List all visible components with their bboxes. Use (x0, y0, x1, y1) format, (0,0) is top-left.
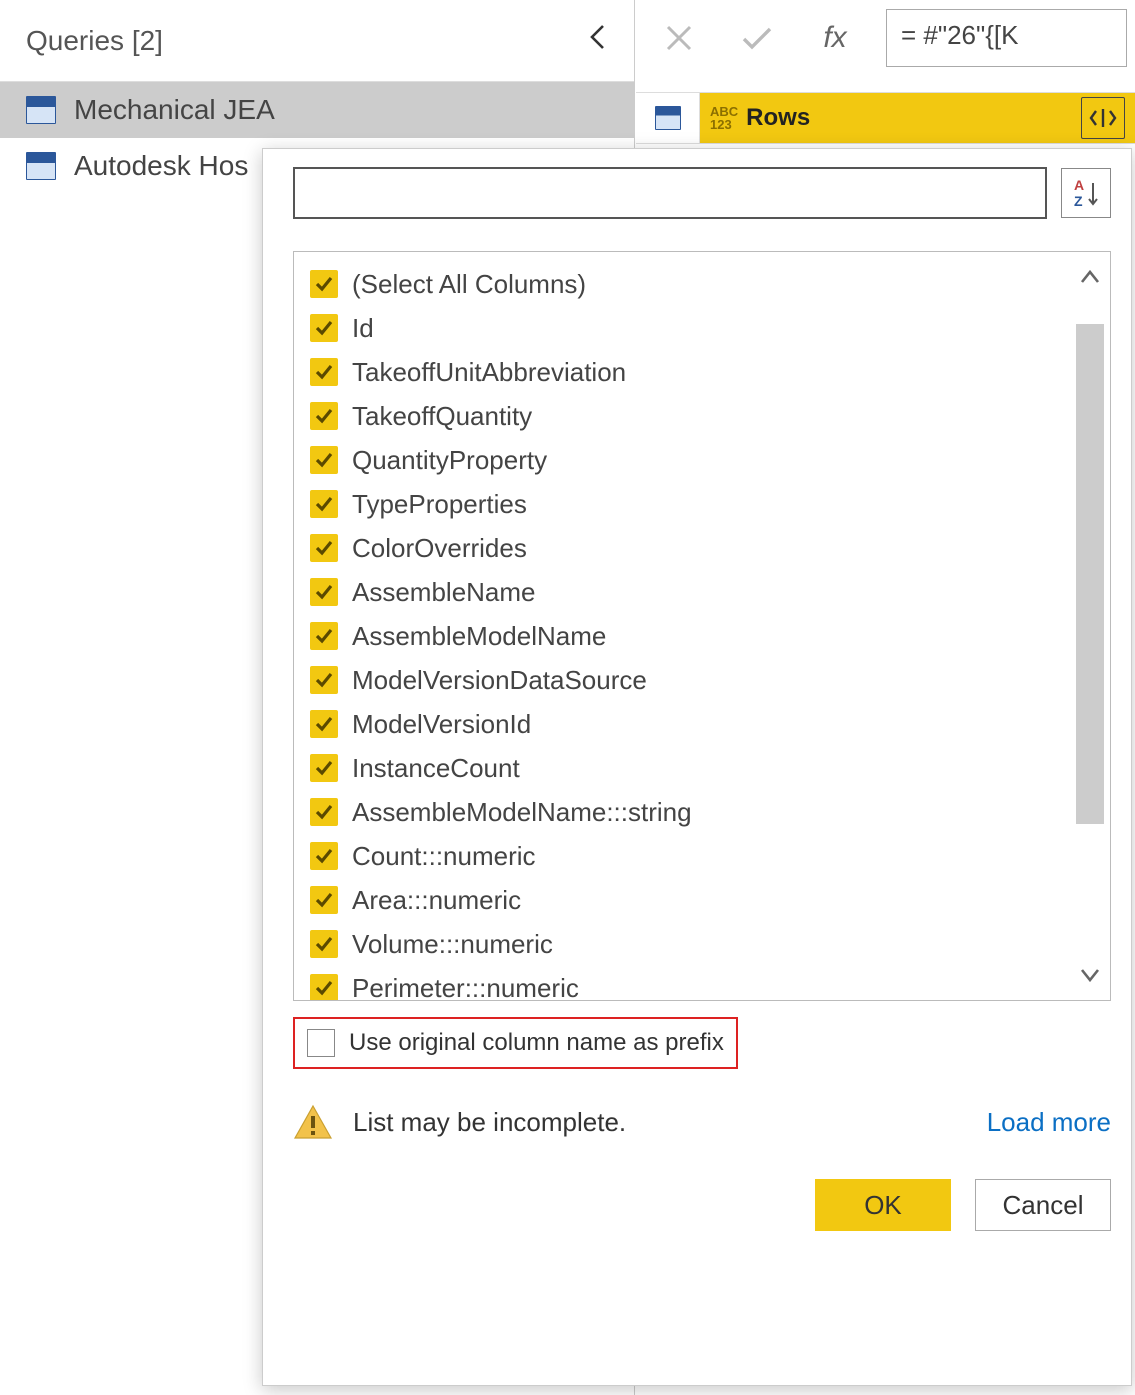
checkbox-icon[interactable] (310, 534, 338, 562)
column-option[interactable]: Perimeter:::numeric (306, 966, 1066, 1000)
svg-text:Z: Z (1074, 193, 1083, 209)
scroll-up-icon[interactable] (1072, 256, 1108, 298)
table-icon (26, 152, 56, 180)
checkbox-icon[interactable] (310, 490, 338, 518)
commit-step-icon[interactable] (722, 6, 792, 70)
column-option-label: Volume:::numeric (352, 929, 553, 960)
query-label: Mechanical JEA (74, 94, 275, 126)
row-index-header[interactable] (636, 93, 700, 143)
column-option-label: (Select All Columns) (352, 269, 586, 300)
query-label: Autodesk Hos (74, 150, 248, 182)
column-option[interactable]: ModelVersionId (306, 702, 1066, 746)
checkbox-icon[interactable] (310, 886, 338, 914)
checkbox-icon[interactable] (310, 622, 338, 650)
scroll-down-icon[interactable] (1072, 954, 1108, 996)
checkbox-icon[interactable] (310, 754, 338, 782)
column-option[interactable]: AssembleName (306, 570, 1066, 614)
column-option-label: TakeoffQuantity (352, 401, 532, 432)
checkbox-icon[interactable] (310, 578, 338, 606)
collapse-panel-icon[interactable] (588, 24, 608, 57)
column-option-label: ModelVersionId (352, 709, 531, 740)
checkbox-icon[interactable] (310, 358, 338, 386)
checkbox-icon[interactable] (310, 666, 338, 694)
checkbox-icon[interactable] (310, 798, 338, 826)
checkbox-icon[interactable] (310, 270, 338, 298)
columns-listbox: (Select All Columns) Id TakeoffUnitAbbrevi… (293, 251, 1111, 1001)
cancel-button[interactable]: Cancel (975, 1179, 1111, 1231)
column-option[interactable]: InstanceCount (306, 746, 1066, 790)
scrollbar[interactable] (1072, 256, 1108, 996)
queries-header: Queries [2] (0, 0, 634, 82)
formula-bar[interactable]: = #"26"{[K (886, 9, 1127, 67)
column-option[interactable]: AssembleModelName:::string (306, 790, 1066, 834)
column-option[interactable]: TakeoffQuantity (306, 394, 1066, 438)
column-option-label: Perimeter:::numeric (352, 973, 579, 1001)
cancel-step-icon[interactable] (644, 6, 714, 70)
checkbox-icon[interactable] (310, 930, 338, 958)
column-option[interactable]: TypeProperties (306, 482, 1066, 526)
column-option[interactable]: Volume:::numeric (306, 922, 1066, 966)
formula-bar-area: fx = #"26"{[K (636, 0, 1135, 82)
checkbox-icon[interactable] (310, 842, 338, 870)
use-prefix-label: Use original column name as prefix (349, 1029, 724, 1057)
column-option[interactable]: AssembleModelName (306, 614, 1066, 658)
search-input[interactable] (293, 167, 1047, 219)
table-icon (655, 106, 681, 130)
formula-text: = #"26"{[K (901, 20, 1019, 50)
column-header-label: Rows (746, 104, 810, 132)
load-more-link[interactable]: Load more (987, 1107, 1111, 1138)
query-item-mechanical-jea[interactable]: Mechanical JEA (0, 82, 634, 138)
column-option[interactable]: QuantityProperty (306, 438, 1066, 482)
svg-text:A: A (1074, 177, 1084, 193)
warning-text: List may be incomplete. (353, 1107, 626, 1138)
queries-title: Queries [2] (26, 25, 163, 57)
column-option-label: AssembleModelName:::string (352, 797, 692, 828)
checkbox-icon[interactable] (310, 710, 338, 738)
column-option-label: Area:::numeric (352, 885, 521, 916)
checkbox-icon[interactable] (310, 402, 338, 430)
column-option[interactable]: ColorOverrides (306, 526, 1066, 570)
fx-icon[interactable]: fx (800, 6, 870, 70)
checkbox-icon[interactable] (310, 314, 338, 342)
sort-button[interactable]: A Z (1061, 168, 1111, 218)
use-prefix-row[interactable]: Use original column name as prefix (293, 1017, 738, 1069)
checkbox-icon[interactable] (310, 446, 338, 474)
checkbox-icon[interactable] (310, 974, 338, 1000)
column-option[interactable]: ModelVersionDataSource (306, 658, 1066, 702)
column-option-label: TakeoffUnitAbbreviation (352, 357, 626, 388)
table-icon (26, 96, 56, 124)
abc123-type-icon: ABC123 (710, 105, 738, 131)
warning-icon (293, 1103, 333, 1141)
column-option-label: ColorOverrides (352, 533, 527, 564)
column-option-label: Id (352, 313, 374, 344)
column-option-label: Count:::numeric (352, 841, 536, 872)
column-option-label: ModelVersionDataSource (352, 665, 647, 696)
column-option-label: InstanceCount (352, 753, 520, 784)
column-option-label: AssembleModelName (352, 621, 606, 652)
ok-button[interactable]: OK (815, 1179, 951, 1231)
column-header-row: ABC123 Rows (636, 92, 1135, 144)
column-option-label: AssembleName (352, 577, 536, 608)
column-option-label: QuantityProperty (352, 445, 547, 476)
column-option[interactable]: (Select All Columns) (306, 262, 1066, 306)
expand-column-icon[interactable] (1081, 97, 1125, 139)
use-prefix-checkbox[interactable] (307, 1029, 335, 1057)
column-option[interactable]: Area:::numeric (306, 878, 1066, 922)
column-header-rows[interactable]: ABC123 Rows (700, 93, 1135, 143)
scroll-thumb[interactable] (1076, 324, 1104, 824)
column-option[interactable]: TakeoffUnitAbbreviation (306, 350, 1066, 394)
column-option[interactable]: Id (306, 306, 1066, 350)
column-option[interactable]: Count:::numeric (306, 834, 1066, 878)
column-option-label: TypeProperties (352, 489, 527, 520)
expand-columns-popup: A Z (Select All Columns) Id TakeoffUnitAbb… (262, 148, 1132, 1386)
